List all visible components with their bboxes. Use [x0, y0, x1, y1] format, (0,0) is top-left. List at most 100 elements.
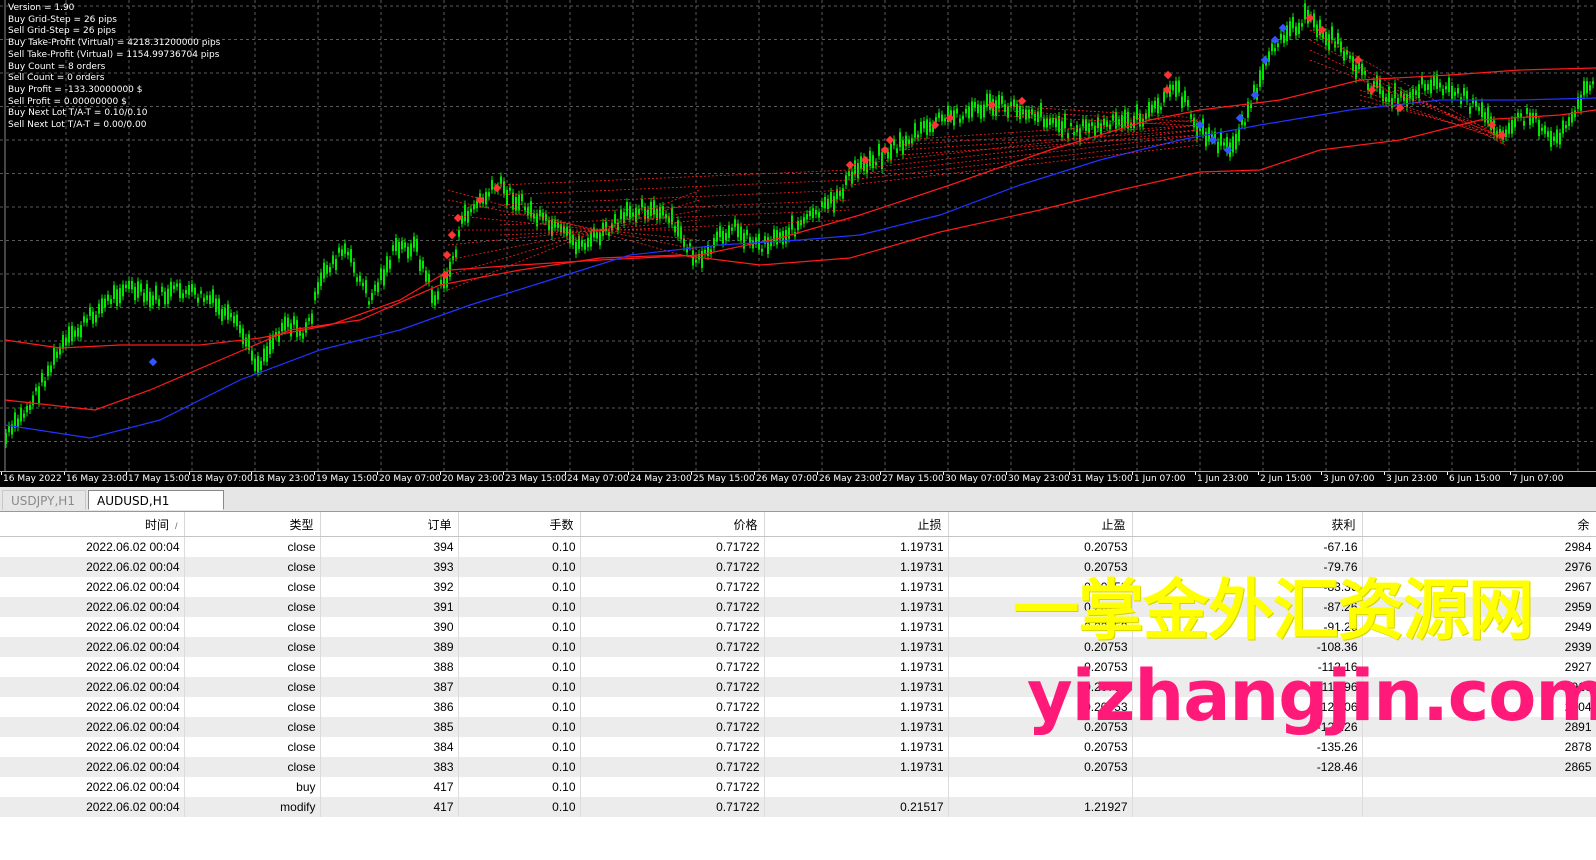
candle-body	[1463, 87, 1465, 96]
table-cell: 1.19731	[764, 657, 949, 677]
candle-body	[239, 325, 241, 334]
candle-body	[1439, 82, 1441, 88]
candle-body	[1520, 113, 1522, 117]
table-cell: 2022.06.02 00:04	[0, 536, 185, 557]
price-chart[interactable]: Version = 1.90 Buy Grid-Step = 26 pips Sel…	[0, 0, 1596, 487]
moving-average-red	[4, 67, 1596, 349]
table-cell: 0.10	[458, 577, 581, 597]
table-cell: 2022.06.02 00:04	[0, 637, 185, 657]
info-line: Buy Next Lot T/A-T = 0.10/0.10	[8, 108, 148, 119]
candle-body	[1031, 109, 1033, 115]
candle-body	[35, 387, 37, 392]
table-cell	[764, 777, 949, 797]
info-line: Sell Count = 0 orders	[8, 73, 105, 84]
table-cell: 383	[320, 757, 459, 777]
time-axis-label: 19 May 15:00	[316, 474, 378, 484]
candle-body	[1124, 109, 1126, 127]
table-cell: 0.20753	[948, 757, 1133, 777]
candle-body	[185, 290, 187, 294]
candle-body	[818, 212, 820, 218]
candle-body	[1235, 133, 1237, 150]
table-cell: 393	[320, 557, 459, 577]
table-cell: 1.19731	[764, 757, 949, 777]
candle-body	[533, 213, 535, 219]
candle-body	[83, 316, 85, 323]
time-axis-label: 16 May 23:00	[66, 474, 128, 484]
col-header-price[interactable]: 价格	[580, 512, 765, 537]
table-cell: 2865	[1362, 757, 1596, 777]
candle-body	[1433, 75, 1435, 86]
table-cell: 2878	[1362, 737, 1596, 757]
time-axis-label: 18 May 23:00	[253, 474, 315, 484]
table-cell: close	[184, 677, 321, 697]
tab-audusd-visual[interactable]: AUDUSD,H1 (visual)	[88, 490, 224, 528]
candle-body	[560, 224, 562, 232]
table-cell: close	[184, 577, 321, 597]
candle-body	[875, 162, 877, 166]
table-cell: 0.71722	[580, 557, 765, 577]
table-row[interactable]: 2022.06.02 00:04 close 394 0.10 0.71722 1.197…	[0, 536, 1596, 557]
candle-body	[842, 188, 844, 199]
candle-body	[1544, 125, 1546, 134]
candle-body	[1382, 90, 1384, 102]
candle-body	[872, 155, 874, 169]
candle-body	[920, 121, 922, 134]
table-cell: 0.10	[458, 697, 581, 717]
table-row[interactable]: 2022.06.02 00:04 modify 417 0.10 0.71722 0.21…	[0, 797, 1596, 817]
candle-body	[464, 204, 466, 222]
order-line	[1359, 79, 1506, 139]
table-cell: 390	[320, 617, 459, 637]
candle-body	[566, 226, 568, 236]
col-header-order[interactable]: 订单	[320, 512, 459, 537]
table-cell: close	[184, 737, 321, 757]
col-header-time[interactable]: 时间 /	[0, 512, 185, 537]
table-cell: 394	[320, 536, 459, 557]
candle-body	[746, 229, 748, 236]
table-cell: 1.21927	[948, 797, 1133, 817]
col-header-stoploss[interactable]: 止损	[764, 512, 949, 537]
candle-body	[1259, 70, 1261, 87]
table-cell: 0.20753	[948, 536, 1133, 557]
col-header-type[interactable]: 类型	[184, 512, 321, 537]
chart-tabs: USDJPY,H1 AUDUSD,H1 (visual)	[0, 487, 1596, 528]
table-cell: 0.71722	[580, 657, 765, 677]
table-cell: 2022.06.02 00:04	[0, 717, 185, 737]
info-line: Buy Take-Profit (Virtual) = 4218.3120000…	[8, 38, 221, 49]
col-header-takeprofit[interactable]: 止盈	[948, 512, 1133, 537]
table-cell: 0.10	[458, 737, 581, 757]
table-cell: 0.10	[458, 657, 581, 677]
table-row[interactable]: 2022.06.02 00:04 buy 417 0.10 0.71722	[0, 777, 1596, 797]
candle-body	[1424, 84, 1426, 91]
candle-body	[26, 406, 28, 413]
table-cell: 0.71722	[580, 577, 765, 597]
candle-body	[1472, 98, 1474, 104]
col-header-profit[interactable]: 获利	[1132, 512, 1363, 537]
time-axis-tick	[1132, 472, 1133, 475]
candle-body	[641, 199, 643, 208]
candle-body	[695, 259, 697, 263]
info-line: Sell Next Lot T/A-T = 0.00/0.00	[8, 120, 147, 131]
tab-usdjpy[interactable]: USDJPY,H1	[2, 490, 86, 510]
candle-body	[200, 290, 202, 294]
candle-body	[20, 407, 22, 422]
table-cell: 0.71722	[580, 797, 765, 817]
candle-body	[890, 143, 892, 160]
candle-body	[1013, 99, 1015, 107]
candle-body	[44, 381, 46, 387]
col-header-lots[interactable]: 手数	[458, 512, 581, 537]
candle-body	[854, 160, 856, 175]
candle-body	[164, 291, 166, 305]
candle-body	[737, 223, 739, 238]
candle-body	[830, 192, 832, 204]
candle-body	[1586, 81, 1588, 94]
candle-body	[470, 208, 472, 213]
candle-body	[1337, 32, 1339, 45]
candle-body	[455, 249, 457, 258]
table-cell: 0.71722	[580, 677, 765, 697]
col-header-balance[interactable]: 余	[1362, 512, 1596, 537]
candle-body	[38, 386, 40, 403]
table-cell: 386	[320, 697, 459, 717]
table-row[interactable]: 2022.06.02 00:04 close 384 0.10 0.71722 1.197…	[0, 737, 1596, 757]
table-row[interactable]: 2022.06.02 00:04 close 383 0.10 0.71722 1.197…	[0, 757, 1596, 777]
candle-body	[338, 247, 340, 253]
